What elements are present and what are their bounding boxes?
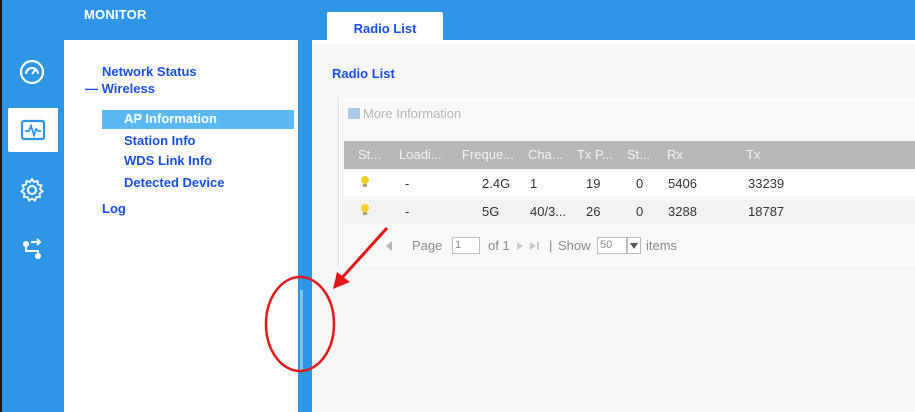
menu-item-station-info[interactable]: Station Info: [124, 133, 196, 148]
table-row[interactable]: - 2.4G 1 19 0 5406 33239: [344, 172, 915, 196]
page-size-dropdown-button[interactable]: [627, 237, 641, 254]
chevron-down-icon: [630, 242, 638, 249]
cell-tx: 18787: [748, 204, 785, 219]
cell-channel: 1: [530, 176, 538, 191]
section-title: Radio List: [332, 66, 395, 81]
grid-toolbar: More Information: [338, 101, 915, 129]
menu-item-ap-information-label: AP Information: [124, 111, 217, 126]
menu-item-wds-link-info[interactable]: WDS Link Info: [124, 153, 212, 168]
maintenance-network-icon: [23, 238, 42, 259]
rail-item-maintenance[interactable]: [10, 228, 54, 272]
page-total-label: of 1: [488, 238, 510, 253]
page-number-input[interactable]: 1: [452, 237, 480, 254]
tab-radio-list[interactable]: Radio List: [327, 12, 443, 44]
collapse-grip-handle[interactable]: [300, 290, 303, 370]
pager-separator: |: [549, 238, 553, 253]
last-page-icon[interactable]: [530, 242, 540, 250]
status-bulb-icon: [361, 204, 369, 215]
cell-tx: 33239: [748, 176, 785, 191]
status-bulb-icon: [361, 176, 369, 187]
cell-stations: 0: [636, 204, 644, 219]
cell-loading: -: [405, 204, 410, 219]
settings-gear-icon: [20, 177, 44, 202]
menu-collapse-bar[interactable]: [298, 40, 312, 412]
menu-item-ap-information[interactable]: AP Information: [102, 110, 294, 129]
menu-item-network-status[interactable]: Network Status: [102, 64, 197, 79]
page-label: Page: [412, 238, 443, 253]
menu-section-title: MONITOR: [84, 7, 147, 22]
column-header[interactable]: Rx: [667, 147, 683, 162]
icon-rail: [2, 40, 64, 412]
page-size-select[interactable]: 50: [597, 237, 627, 254]
previous-page-icon[interactable]: [384, 241, 394, 251]
cell-stations: 0: [636, 176, 644, 191]
info-list-icon: [348, 108, 360, 119]
rail-item-configuration[interactable]: [10, 168, 54, 212]
monitor-pulse-icon: [20, 119, 46, 141]
cell-frequency: 5G: [482, 204, 500, 219]
column-header[interactable]: Tx P...: [577, 147, 613, 162]
next-page-icon[interactable]: [516, 242, 524, 250]
column-header[interactable]: St...: [358, 147, 381, 162]
column-header[interactable]: Cha...: [528, 147, 563, 162]
menu-item-log[interactable]: Log: [102, 201, 126, 216]
menu-item-wireless[interactable]: — Wireless: [85, 81, 155, 96]
cell-frequency: 2.4G: [482, 176, 511, 191]
rail-item-dashboard[interactable]: [10, 50, 54, 94]
menu-item-detected-device[interactable]: Detected Device: [124, 175, 224, 190]
pagination-bar: Page 1 of 1 | Show 50 items: [344, 234, 915, 258]
dashboard-gauge-icon: [19, 59, 45, 85]
table-header: St... Loadi... Freque... Cha... Tx P... …: [344, 141, 915, 169]
column-header[interactable]: Tx: [746, 147, 760, 162]
items-label: items: [646, 238, 678, 253]
cell-channel: 40/3...: [530, 204, 567, 219]
more-information-button[interactable]: More Information: [348, 106, 461, 121]
cell-tx-power: 19: [586, 176, 601, 191]
cell-rx: 5406: [668, 176, 697, 191]
table-row[interactable]: - 5G 40/3... 26 0 3288 18787: [344, 200, 915, 224]
cell-tx-power: 26: [586, 204, 601, 219]
app-frame: MONITOR Network Status — Wireless AP Inf…: [0, 0, 915, 412]
column-header[interactable]: Loadi...: [399, 147, 442, 162]
top-bar: MONITOR: [2, 0, 915, 40]
more-information-label: More Information: [363, 106, 462, 121]
column-header[interactable]: St...: [627, 147, 650, 162]
rail-item-monitor[interactable]: [8, 108, 58, 152]
show-label: Show: [558, 238, 591, 253]
cell-rx: 3288: [668, 204, 697, 219]
column-header[interactable]: Freque...: [462, 147, 514, 162]
cell-loading: -: [405, 176, 410, 191]
